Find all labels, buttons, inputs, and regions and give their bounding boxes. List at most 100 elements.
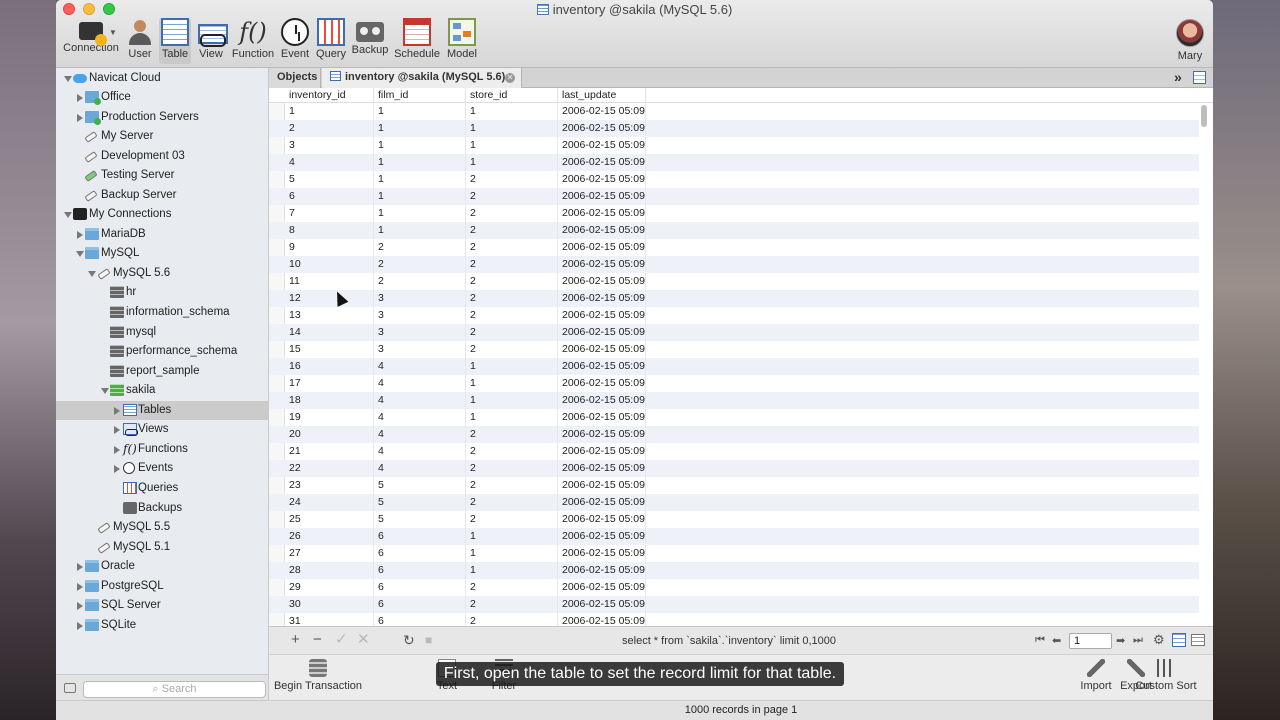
sidebar-item-performance-schema[interactable]: performance_schema <box>56 342 268 361</box>
table-cell[interactable]: 4 <box>374 426 466 443</box>
table-cell[interactable]: 2006-02-15 05:09: <box>558 222 646 239</box>
table-cell[interactable]: 19 <box>285 409 374 426</box>
connection-dropdown-chevron-icon[interactable]: ▼ <box>109 28 117 37</box>
table-row[interactable]: 21 4 2 2006-02-15 05:09: <box>269 443 1199 460</box>
table-cell[interactable]: 1 <box>374 171 466 188</box>
table-cell[interactable]: 2 <box>466 426 558 443</box>
table-cell[interactable]: 3 <box>374 307 466 324</box>
refresh-button[interactable]: ↻ <box>403 632 415 648</box>
table-row[interactable]: 6 1 2 2006-02-15 05:09: <box>269 188 1199 205</box>
table-cell[interactable]: 30 <box>285 596 374 613</box>
table-cell[interactable]: 1 <box>374 120 466 137</box>
table-cell[interactable]: 1 <box>374 205 466 222</box>
disclosure-closed-icon[interactable] <box>77 583 83 591</box>
table-cell[interactable]: 2006-02-15 05:09: <box>558 137 646 154</box>
table-cell[interactable]: 2006-02-15 05:09: <box>558 324 646 341</box>
sidebar-item-mysql-5-1[interactable]: MySQL 5.1 <box>56 538 268 557</box>
last-page-button[interactable]: ⏭ <box>1133 634 1143 647</box>
disclosure-closed-icon[interactable] <box>77 563 83 571</box>
sidebar-item-events[interactable]: Events <box>56 459 268 478</box>
table-row[interactable]: 8 1 2 2006-02-15 05:09: <box>269 222 1199 239</box>
table-row[interactable]: 16 4 1 2006-02-15 05:09: <box>269 358 1199 375</box>
table-cell[interactable]: 2 <box>466 494 558 511</box>
table-cell[interactable]: 3 <box>374 341 466 358</box>
sidebar-item-postgresql[interactable]: PostgreSQL <box>56 577 268 596</box>
table-cell[interactable]: 1 <box>466 409 558 426</box>
table-cell[interactable]: 2006-02-15 05:09: <box>558 477 646 494</box>
table-cell[interactable]: 13 <box>285 307 374 324</box>
grid-view-icon[interactable] <box>1172 633 1186 647</box>
sidebar-item-mysql-5-5[interactable]: MySQL 5.5 <box>56 518 268 537</box>
table-cell[interactable]: 2006-02-15 05:09: <box>558 273 646 290</box>
table-cell[interactable]: 6 <box>374 596 466 613</box>
sidebar-item-mariadb[interactable]: MariaDB <box>56 225 268 244</box>
table-cell[interactable]: 2 <box>466 596 558 613</box>
table-cell[interactable]: 2006-02-15 05:09: <box>558 528 646 545</box>
table-cell[interactable]: 22 <box>285 460 374 477</box>
table-row[interactable]: 12 3 2 2006-02-15 05:09: <box>269 290 1199 307</box>
table-cell[interactable]: 12 <box>285 290 374 307</box>
import-button[interactable]: Import <box>1075 659 1117 692</box>
table-list-icon[interactable] <box>1193 71 1206 84</box>
table-cell[interactable]: 2006-02-15 05:09: <box>558 103 646 120</box>
sidebar-item-backup-server[interactable]: Backup Server <box>56 186 268 205</box>
table-cell[interactable]: 2006-02-15 05:09: <box>558 256 646 273</box>
toolbar-connection-button[interactable]: Connection <box>62 18 120 64</box>
table-row[interactable]: 27 6 1 2006-02-15 05:09: <box>269 545 1199 562</box>
data-grid[interactable]: inventory_id film_id store_id last_update 1… <box>269 88 1213 626</box>
first-page-button[interactable]: ⏮ <box>1035 634 1045 647</box>
sidebar-item-mysql[interactable]: MySQL <box>56 244 268 263</box>
table-cell[interactable]: 2006-02-15 05:09: <box>558 596 646 613</box>
add-record-button[interactable]: + <box>291 632 300 648</box>
table-cell[interactable]: 28 <box>285 562 374 579</box>
table-cell[interactable]: 27 <box>285 545 374 562</box>
table-cell[interactable]: 2 <box>466 273 558 290</box>
table-row[interactable]: 4 1 1 2006-02-15 05:09: <box>269 154 1199 171</box>
column-header[interactable]: inventory_id <box>285 88 374 103</box>
table-cell[interactable]: 2 <box>466 290 558 307</box>
table-cell[interactable]: 3 <box>285 137 374 154</box>
table-row[interactable]: 23 5 2 2006-02-15 05:09: <box>269 477 1199 494</box>
table-row[interactable]: 26 6 1 2006-02-15 05:09: <box>269 528 1199 545</box>
toolbar-query-button[interactable]: Query <box>314 18 348 64</box>
disclosure-closed-icon[interactable] <box>77 622 83 630</box>
table-cell[interactable]: 2 <box>466 579 558 596</box>
table-row[interactable]: 19 4 1 2006-02-15 05:09: <box>269 409 1199 426</box>
sidebar-item-my-connections[interactable]: My Connections <box>56 205 268 224</box>
discard-changes-button[interactable]: ✕ <box>357 632 370 648</box>
toolbar-user-button[interactable]: User <box>124 18 156 64</box>
table-row[interactable]: 24 5 2 2006-02-15 05:09: <box>269 494 1199 511</box>
disclosure-closed-icon[interactable] <box>114 465 120 473</box>
table-cell[interactable]: 5 <box>374 494 466 511</box>
table-cell[interactable]: 1 <box>466 137 558 154</box>
table-cell[interactable]: 4 <box>374 460 466 477</box>
table-row[interactable]: 10 2 2 2006-02-15 05:09: <box>269 256 1199 273</box>
table-cell[interactable]: 2006-02-15 05:09: <box>558 290 646 307</box>
table-cell[interactable]: 21 <box>285 443 374 460</box>
table-cell[interactable]: 6 <box>285 188 374 205</box>
table-cell[interactable]: 2 <box>374 239 466 256</box>
table-row[interactable]: 14 3 2 2006-02-15 05:09: <box>269 324 1199 341</box>
close-tab-icon[interactable]: ✕ <box>505 73 515 83</box>
table-row[interactable]: 25 5 2 2006-02-15 05:09: <box>269 511 1199 528</box>
table-row[interactable]: 31 6 2 2006-02-15 05:09: <box>269 613 1199 626</box>
sidebar-item-queries[interactable]: Queries <box>56 479 268 498</box>
table-cell[interactable]: 2 <box>374 273 466 290</box>
table-cell[interactable]: 26 <box>285 528 374 545</box>
sidebar-item-report-sample[interactable]: report_sample <box>56 362 268 381</box>
toolbar-function-button[interactable]: f() Function <box>230 18 276 64</box>
table-cell[interactable]: 2 <box>374 256 466 273</box>
table-cell[interactable]: 2006-02-15 05:09: <box>558 579 646 596</box>
table-cell[interactable]: 16 <box>285 358 374 375</box>
disclosure-closed-icon[interactable] <box>77 602 83 610</box>
table-cell[interactable]: 15 <box>285 341 374 358</box>
table-cell[interactable]: 2006-02-15 05:09: <box>558 443 646 460</box>
sidebar-item-sakila[interactable]: sakila <box>56 381 268 400</box>
sidebar-item-navicat-cloud[interactable]: Navicat Cloud <box>56 69 268 88</box>
user-avatar[interactable] <box>1176 19 1204 47</box>
table-cell[interactable]: 2 <box>466 205 558 222</box>
delete-record-button[interactable]: − <box>313 632 322 648</box>
disclosure-open-icon[interactable] <box>88 271 96 277</box>
sidebar-item-my-server[interactable]: My Server <box>56 127 268 146</box>
sidebar-item-backups[interactable]: Backups <box>56 499 268 518</box>
